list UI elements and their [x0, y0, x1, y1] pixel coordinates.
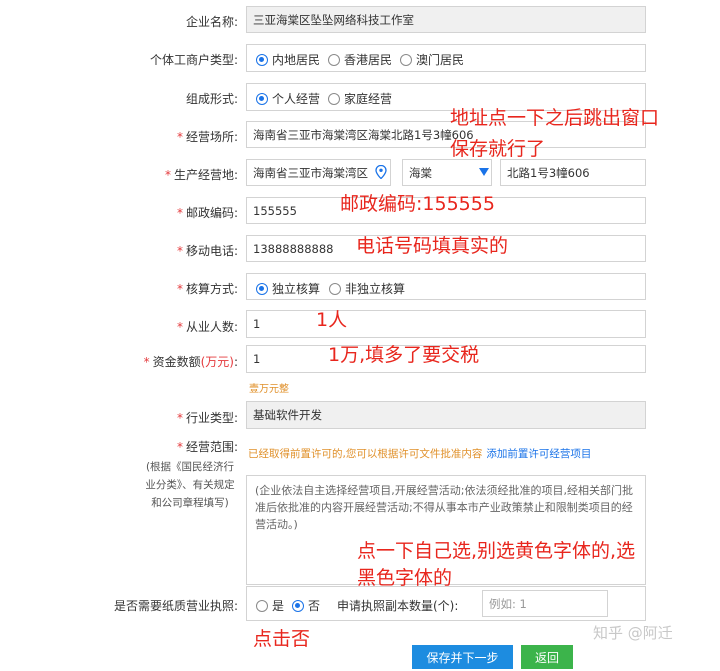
scope-hint-text: 已经取得前置许可的,您可以根据许可文件批准内容	[248, 448, 483, 460]
org-form-label: 组成形式:	[185, 92, 238, 106]
radio-paper-no-label: 否	[308, 599, 321, 613]
paper-license-label: 是否需要纸质营业执照:	[113, 599, 238, 613]
radio-macau-label: 澳门居民	[416, 53, 465, 67]
region-picker[interactable]: 海南省三亚市海棠湾区	[246, 159, 391, 186]
annotation-capital: 1万,填多了要交税	[328, 344, 480, 366]
save-next-button[interactable]: 保存并下一步	[412, 645, 513, 669]
radio-family-label: 家庭经营	[344, 92, 393, 106]
annotation-employees: 1人	[316, 309, 348, 331]
copies-label: 申请执照副本数量(个):	[337, 599, 459, 613]
radio-non-independent-indicator	[329, 282, 341, 295]
accounting-label: * 核算方式:	[176, 282, 238, 296]
scope-hint: 已经取得前置许可的,您可以根据许可文件批准内容 添加前置许可经营项目	[248, 446, 591, 461]
business-address-label: * 经营场所:	[176, 130, 238, 144]
annotation-address-2: 保存就行了	[450, 138, 546, 160]
scope-note: (根据《国民经济行 业分类》、有关规定 和公司章程填写)	[145, 461, 235, 509]
location-pin-icon[interactable]	[375, 165, 387, 179]
capital-label: * 资金数额(万元):	[143, 355, 238, 369]
radio-paper-yes-label: 是	[272, 599, 285, 613]
watermark: 知乎 @阿迁	[593, 624, 673, 642]
back-button[interactable]: 返回	[521, 645, 573, 669]
scope-label: * 经营范围:	[176, 440, 238, 454]
add-prelicense-link[interactable]: 添加前置许可经营项目	[486, 448, 591, 460]
radio-macau[interactable]: 澳门居民	[400, 51, 464, 68]
copies-field[interactable]: 例如: 1	[482, 590, 608, 617]
radio-hongkong[interactable]: 香港居民	[328, 51, 392, 68]
annotation-address-1: 地址点一下之后跳出窗口	[450, 107, 660, 129]
production-address-label: * 生产经营地:	[164, 168, 238, 182]
radio-independent-indicator	[256, 282, 268, 295]
radio-mainland-label: 内地居民	[272, 53, 321, 67]
radio-paper-no-indicator	[292, 599, 304, 612]
capital-in-words: 壹万元整	[249, 384, 289, 395]
radio-independent[interactable]: 独立核算	[256, 280, 320, 297]
annotation-scope-1: 点一下自己选,别选黄色字体的,选	[357, 540, 636, 562]
company-name-label: 企业名称:	[185, 15, 238, 29]
radio-macau-indicator	[400, 53, 412, 66]
street-field[interactable]: 北路1号3幢606	[500, 159, 646, 186]
radio-individual[interactable]: 个人经营	[256, 90, 320, 107]
radio-family[interactable]: 家庭经营	[328, 90, 392, 107]
industry-field[interactable]: 基础软件开发	[246, 401, 646, 429]
radio-independent-label: 独立核算	[272, 282, 321, 296]
radio-individual-indicator	[256, 92, 268, 105]
capital-unit: (万元)	[200, 355, 234, 369]
annotation-postcode: 邮政编码:155555	[340, 193, 495, 215]
radio-non-independent-label: 非独立核算	[345, 282, 406, 296]
annotation-paper: 点击否	[253, 628, 311, 650]
merchant-type-label: 个体工商户类型:	[149, 53, 238, 67]
company-name-field[interactable]: 三亚海棠区坠坠网络科技工作室	[246, 6, 646, 33]
region-picker-text: 海南省三亚市海棠湾区	[253, 165, 368, 180]
caret-down-icon[interactable]	[479, 168, 489, 176]
radio-individual-label: 个人经营	[272, 92, 321, 106]
radio-paper-yes-indicator	[256, 599, 268, 612]
radio-family-indicator	[328, 92, 340, 105]
annotation-phone: 电话号码填真实的	[356, 235, 509, 257]
radio-hongkong-indicator	[328, 53, 340, 66]
industry-label: * 行业类型:	[176, 411, 238, 425]
phone-label: * 移动电话:	[176, 244, 238, 258]
radio-paper-no[interactable]: 否	[292, 597, 320, 614]
radio-mainland-indicator	[256, 53, 268, 66]
radio-paper-yes[interactable]: 是	[256, 597, 284, 614]
employees-field[interactable]: 1	[246, 310, 646, 338]
district-select-text: 海棠	[409, 165, 432, 180]
radio-non-independent[interactable]: 非独立核算	[329, 280, 405, 297]
postcode-label: * 邮政编码:	[176, 206, 238, 220]
employees-label: * 从业人数:	[176, 320, 238, 334]
radio-hongkong-label: 香港居民	[344, 53, 393, 67]
annotation-scope-2: 黑色字体的	[357, 567, 453, 589]
radio-mainland[interactable]: 内地居民	[256, 51, 320, 68]
